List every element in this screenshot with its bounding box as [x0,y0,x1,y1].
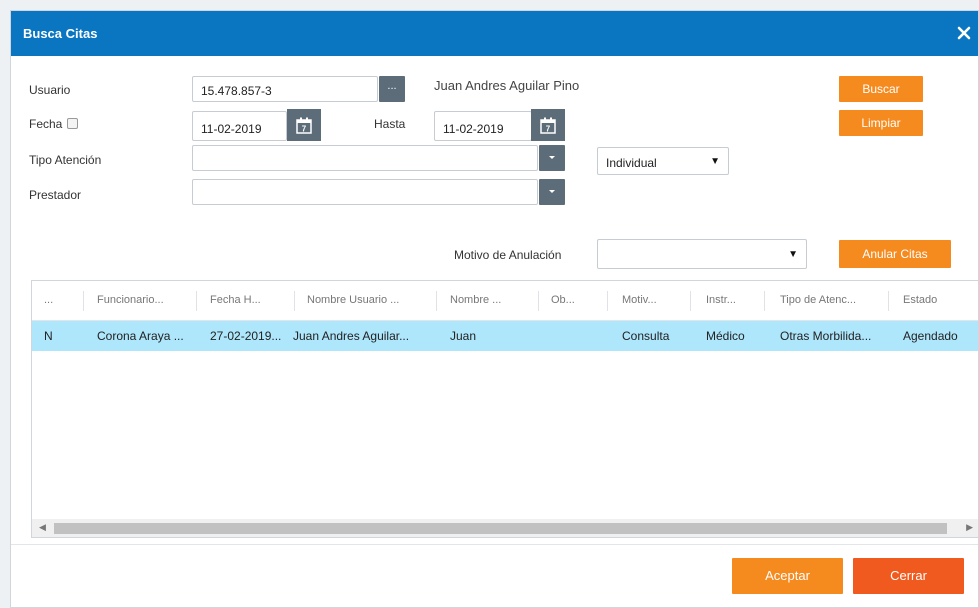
fecha-checkbox[interactable] [67,118,78,129]
usuario-name: Juan Andres Aguilar Pino [434,78,580,93]
scroll-left-icon[interactable]: ◀ [39,522,46,533]
fecha-from-calendar-button[interactable]: 7 [287,109,321,141]
close-icon[interactable] [956,25,972,41]
table-row[interactable]: N Corona Araya ... 27-02-2019... Juan An… [32,321,978,351]
citas-table: ... Funcionario... Fecha H... Nombre Usu… [31,280,979,538]
svg-text:7: 7 [546,124,551,133]
triangle-down-icon: ▼ [710,156,720,167]
prestador-dropdown-button[interactable] [539,179,565,205]
table-cell: Corona Araya ... [97,329,184,343]
triangle-down-icon: ▼ [788,249,798,260]
table-cell: Médico [706,329,745,343]
motivo-anulacion-select[interactable]: ▼ [597,239,807,269]
busca-citas-dialog: Busca Citas Usuario 15.478.857-3 ... Jua… [10,10,979,608]
fecha-to-input[interactable]: 11-02-2019 [434,111,532,141]
column-header[interactable]: Funcionario... [97,294,164,306]
table-cell: Juan Andres Aguilar... [293,329,410,343]
table-cell: Otras Morbilida... [780,329,872,343]
prestador-label: Prestador [29,188,82,202]
buscar-button[interactable]: Buscar [839,76,923,102]
column-header[interactable]: Estado [903,294,937,306]
scroll-right-icon[interactable]: ▶ [966,522,973,533]
aceptar-button[interactable]: Aceptar [732,558,843,594]
column-header[interactable]: Motiv... [622,294,657,306]
fecha-from-input[interactable]: 11-02-2019 [192,111,287,141]
column-header[interactable]: Nombre ... [450,294,501,306]
hasta-label: Hasta [374,117,406,131]
table-cell: Consulta [622,329,670,343]
column-header[interactable]: Instr... [706,294,736,306]
table-cell: 27-02-2019... [210,329,282,343]
table-header: ... Funcionario... Fecha H... Nombre Usu… [32,281,978,321]
footer-divider [11,544,978,545]
prestador-input[interactable] [192,179,538,205]
motivo-anulacion-label: Motivo de Anulación [454,248,562,262]
svg-text:7: 7 [302,124,307,133]
column-header[interactable]: Tipo de Atenc... [780,294,856,306]
modo-select-value: Individual [606,156,657,170]
fecha-label: Fecha [29,117,63,131]
cerrar-button[interactable]: Cerrar [853,558,964,594]
calendar-icon: 7 [296,117,312,134]
table-cell: Agendado [903,329,958,343]
fecha-to-calendar-button[interactable]: 7 [531,109,565,141]
caret-down-icon [549,156,555,159]
usuario-input[interactable]: 15.478.857-3 [192,76,378,102]
anular-citas-button[interactable]: Anular Citas [839,240,951,268]
table-cell: N [44,329,53,343]
modo-select[interactable]: Individual ▼ [597,147,729,175]
usuario-label: Usuario [29,83,71,97]
dialog-titlebar: Busca Citas [11,11,978,56]
tipo-atencion-label: Tipo Atención [29,153,102,167]
horizontal-scrollbar[interactable]: ◀ ▶ [32,519,978,537]
caret-down-icon [549,190,555,193]
tipo-atencion-input[interactable] [192,145,538,171]
column-header[interactable]: ... [44,294,53,306]
table-cell: Juan [450,329,477,343]
column-header[interactable]: Ob... [551,294,575,306]
column-header[interactable]: Fecha H... [210,294,261,306]
usuario-lookup-button[interactable]: ... [379,76,405,102]
limpiar-button[interactable]: Limpiar [839,110,923,136]
tipo-atencion-dropdown-button[interactable] [539,145,565,171]
calendar-icon: 7 [540,117,556,134]
column-header[interactable]: Nombre Usuario ... [307,294,399,306]
dialog-title: Busca Citas [23,26,98,41]
scrollbar-thumb[interactable] [54,523,947,534]
